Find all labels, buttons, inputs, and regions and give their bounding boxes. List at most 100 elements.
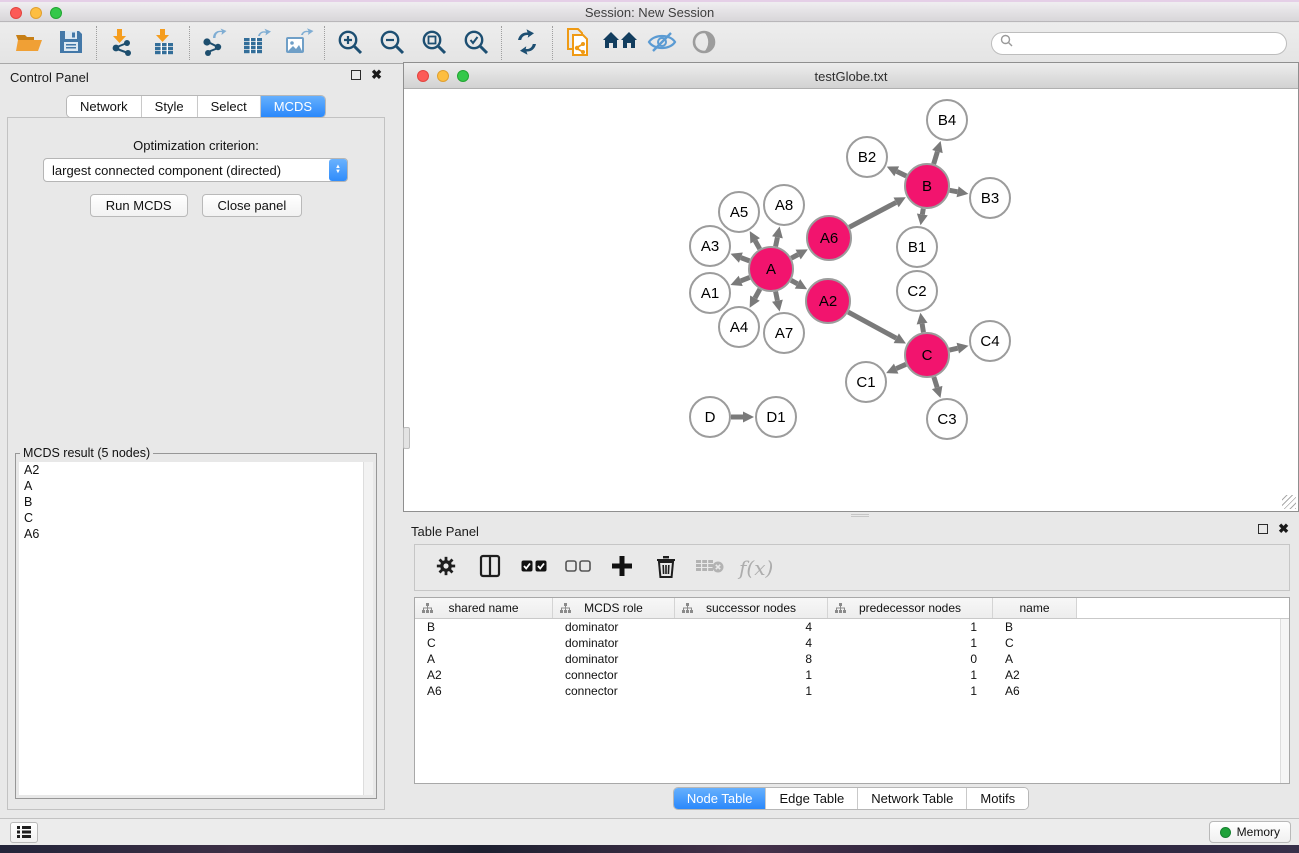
result-item-b[interactable]: B [19,494,363,510]
show-details-button[interactable] [683,25,725,61]
select-all-button[interactable] [519,551,549,585]
tab-network-table[interactable]: Network Table [858,788,967,809]
network-node-A2[interactable]: A2 [806,279,850,323]
result-list-scrollbar[interactable] [363,462,373,795]
network-edge-A6-B[interactable] [849,197,905,227]
network-edge-A-A1[interactable] [730,276,749,286]
network-node-A3[interactable]: A3 [690,226,730,266]
column-header-name[interactable]: name [993,598,1077,618]
tab-select[interactable]: Select [198,96,261,117]
show-columns-button[interactable] [475,551,505,585]
zoom-out-button[interactable] [371,25,413,61]
network-edge-C-C4[interactable] [949,343,968,354]
delete-column-button[interactable] [651,551,681,585]
network-edge-A-A4[interactable] [750,289,760,308]
task-history-button[interactable] [10,822,38,843]
run-mcds-button[interactable]: Run MCDS [90,194,188,217]
export-image-button[interactable] [278,25,320,61]
network-edge-A-A5[interactable] [750,231,760,249]
network-node-D[interactable]: D [690,397,730,437]
network-node-A6[interactable]: A6 [807,216,851,260]
tab-node-table[interactable]: Node Table [674,788,767,809]
close-panel-icon[interactable]: ✖ [371,70,382,80]
network-edge-B-B4[interactable] [932,141,943,164]
hide-details-button[interactable] [641,25,683,61]
open-file-button[interactable] [8,25,50,61]
network-edge-A-A2[interactable] [791,279,807,289]
network-edge-B-B3[interactable] [950,186,969,197]
export-network-button[interactable] [194,25,236,61]
network-node-B2[interactable]: B2 [847,137,887,177]
import-network-button[interactable] [101,25,143,61]
network-node-A1[interactable]: A1 [690,273,730,313]
result-item-c[interactable]: C [19,510,363,526]
zoom-selected-button[interactable] [455,25,497,61]
criterion-dropdown[interactable]: largest connected component (directed) ▲… [43,158,348,182]
network-edge-A-A3[interactable] [731,252,750,262]
search-box[interactable] [991,32,1287,55]
network-node-C1[interactable]: C1 [846,362,886,402]
tab-style[interactable]: Style [142,96,198,117]
network-edge-A-A6[interactable] [791,249,808,259]
table-scrollbar[interactable] [1280,619,1289,783]
save-session-button[interactable] [50,25,92,61]
network-edge-A-A8[interactable] [772,227,783,247]
network-node-B1[interactable]: B1 [897,227,937,267]
add-column-button[interactable] [607,551,637,585]
network-node-A7[interactable]: A7 [764,313,804,353]
network-canvas[interactable]: AA1A2A3A4A5A6A7A8BB1B2B3B4CC1C2C3C4DD1 [404,89,1298,510]
zoom-fit-button[interactable] [413,25,455,61]
delete-table-button[interactable] [695,551,725,585]
network-node-B3[interactable]: B3 [970,178,1010,218]
network-edge-B-B1[interactable] [917,209,928,226]
float-panel-icon[interactable] [1258,524,1268,534]
zoom-in-button[interactable] [329,25,371,61]
refresh-button[interactable] [506,25,548,61]
tab-motifs[interactable]: Motifs [967,788,1028,809]
network-node-A[interactable]: A [749,247,793,291]
network-window-titlebar[interactable]: testGlobe.txt [404,63,1298,89]
network-node-B4[interactable]: B4 [927,100,967,140]
table-settings-button[interactable] [431,551,461,585]
network-node-C[interactable]: C [905,333,949,377]
network-edge-A2-C[interactable] [848,312,906,343]
deselect-all-button[interactable] [563,551,593,585]
table-row-a2[interactable]: A2connector11A2 [415,667,1289,683]
search-input[interactable] [1018,36,1278,50]
column-header-shared-name[interactable]: shared name [415,598,553,618]
table-row-c[interactable]: Cdominator41C [415,635,1289,651]
tab-edge-table[interactable]: Edge Table [766,788,858,809]
table-row-a[interactable]: Adominator80A [415,651,1289,667]
column-header-successor-nodes[interactable]: successor nodes [675,598,828,618]
float-panel-icon[interactable] [351,70,361,80]
column-header-predecessor-nodes[interactable]: predecessor nodes [828,598,993,618]
table-row-a6[interactable]: A6connector11A6 [415,683,1289,699]
tab-mcds[interactable]: MCDS [261,96,325,117]
network-edge-C-C3[interactable] [932,377,942,398]
network-node-A4[interactable]: A4 [719,307,759,347]
network-node-C2[interactable]: C2 [897,271,937,311]
network-edge-C-C1[interactable] [886,364,906,374]
network-edge-B-B2[interactable] [887,166,906,176]
table-row-b[interactable]: Bdominator41B [415,619,1289,635]
function-builder-button[interactable]: f(x) [739,556,773,580]
network-edge-C-C2[interactable] [917,313,928,333]
home-pages-button[interactable] [599,25,641,61]
network-edge-A-A7[interactable] [772,292,783,312]
result-item-a[interactable]: A [19,478,363,494]
network-node-A8[interactable]: A8 [764,185,804,225]
close-panel-icon[interactable]: ✖ [1278,524,1289,534]
export-table-button[interactable] [236,25,278,61]
panel-divider[interactable] [403,512,1299,520]
window-resize-grip[interactable] [1282,495,1296,509]
copy-network-button[interactable] [557,25,599,61]
column-header-MCDS-role[interactable]: MCDS role [553,598,675,618]
import-table-button[interactable] [143,25,185,61]
network-node-C3[interactable]: C3 [927,399,967,439]
close-panel-button[interactable]: Close panel [202,194,303,217]
network-node-A5[interactable]: A5 [719,192,759,232]
splitter-grip[interactable] [403,427,410,449]
network-node-C4[interactable]: C4 [970,321,1010,361]
result-item-a6[interactable]: A6 [19,526,363,542]
network-node-B[interactable]: B [905,164,949,208]
